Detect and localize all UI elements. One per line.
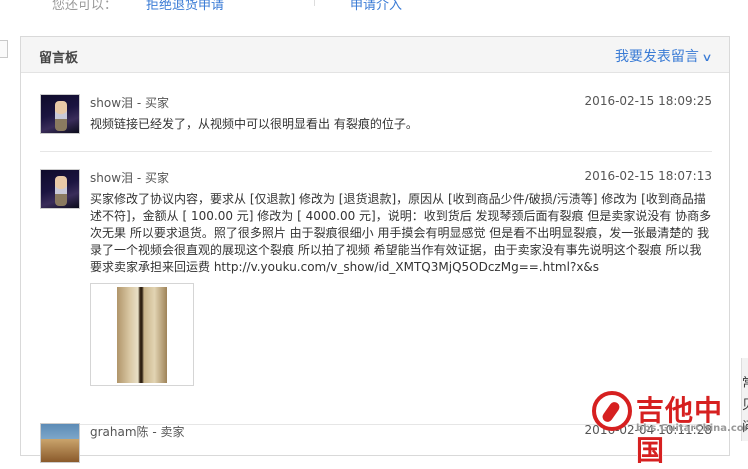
side-char: 贝 [742,394,748,413]
message-author: show泪 - 买家 [90,96,169,110]
post-message-button[interactable]: 我要发表留言 ∨ [614,46,713,66]
chevron-down-icon: ∨ [701,51,713,64]
attachment-thumbnail[interactable] [90,283,194,386]
avatar[interactable] [40,94,80,134]
reject-return-link[interactable]: 拒绝退货申请 [146,0,224,13]
post-message-label: 我要发表留言 [614,49,699,65]
message-date: 2016-02-15 18:07:13 [584,169,712,183]
actions-prefix: 您还可以： [52,0,118,13]
message-author: graham陈 - 卖家 [90,425,185,439]
list-item: show泪 - 买家 2016-02-15 18:09:25 视频链接已经发了，… [40,94,712,152]
top-actions-strip: 您还可以： 拒绝退货申请 申请介入 [52,0,452,13]
message-text: 买家修改了协议内容，要求从 [仅退款] 修改为 [退货退款]，原因从 [收到商品… [90,192,712,274]
panel-header: 留言板 我要发表留言 ∨ [21,37,729,73]
watermark-url: bbs.GuitarChina.com [636,423,748,434]
side-char: 常 [742,372,748,391]
left-edge-tab [0,40,8,58]
panel-title: 留言板 [39,51,79,66]
divider [314,0,315,6]
guitar-neck-photo [117,287,167,383]
site-watermark: 吉他中国 bbs.GuitarChina.com [592,385,748,467]
request-intervention-link[interactable]: 申请介入 [350,0,402,13]
guitar-logo-icon [592,391,632,431]
message-date: 2016-02-15 18:09:25 [584,94,712,108]
message-author: show泪 - 买家 [90,171,169,185]
avatar[interactable] [40,169,80,209]
message-text: 视频链接已经发了，从视频中可以很明显看出 有裂痕的位子。 [90,117,418,131]
avatar[interactable] [40,423,80,463]
